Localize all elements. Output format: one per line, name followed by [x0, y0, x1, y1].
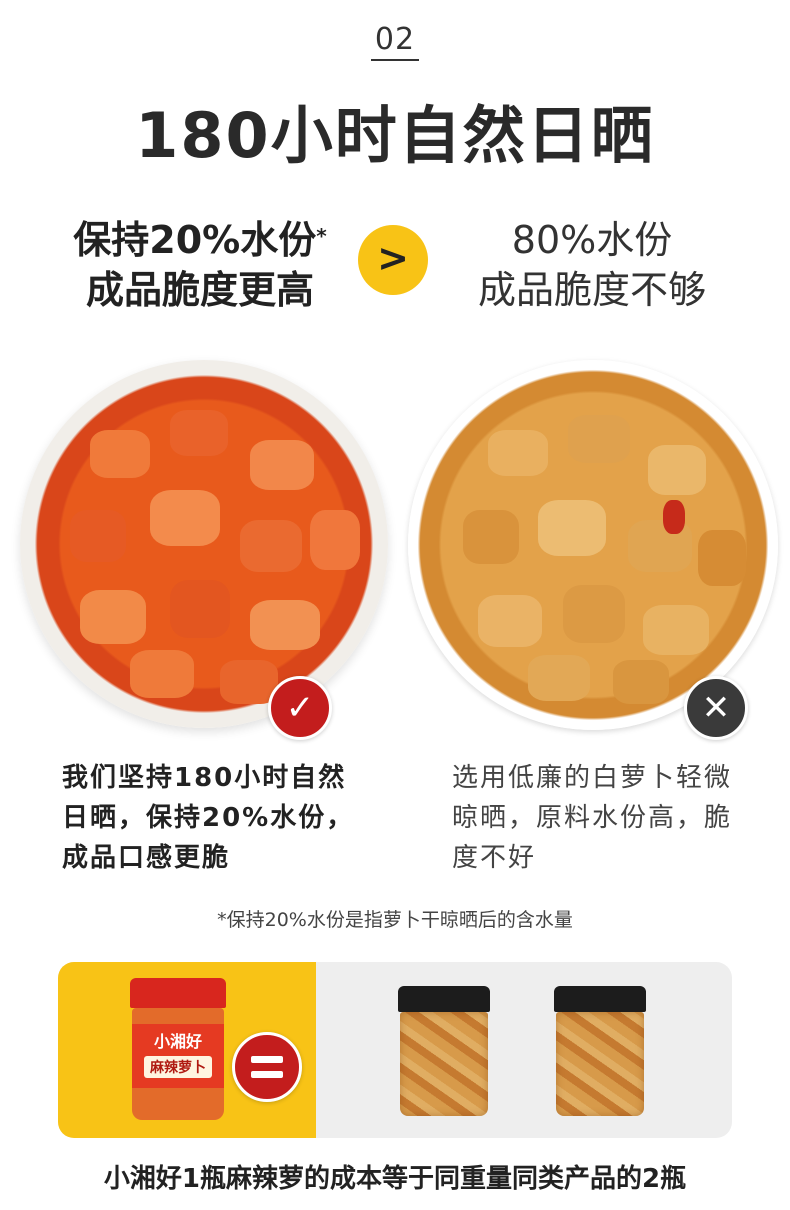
right-description: 选用低廉的白萝卜轻微晾晒，原料水份高，脆度不好: [452, 763, 733, 873]
white-radish-bowl-image: [408, 360, 778, 730]
comparison-left-line2: 成品脆度更高: [85, 268, 314, 312]
footnote: *保持20%水份是指萝卜干晾晒后的含水量: [217, 909, 573, 931]
equals-icon: [232, 1032, 302, 1102]
comparison-right-line2: 成品脆度不够: [477, 268, 706, 312]
comparison-left-line1: 保持20%水份: [73, 218, 317, 262]
jar-brand-label: 小湘好: [153, 1032, 202, 1051]
comparison-left: 保持20%水份* 成品脆度更高: [40, 215, 360, 315]
section-number: 02: [0, 22, 790, 61]
close-icon: ✕: [684, 676, 748, 740]
comparison-right-line1: 80%水份: [511, 218, 673, 262]
greater-than-badge: >: [358, 225, 428, 295]
brand-jar-image: 小湘好 麻辣萝卜: [130, 978, 226, 1124]
jar-product-label: 麻辣萝卜: [144, 1056, 212, 1078]
comparison-right: 80%水份 成品脆度不够: [432, 215, 752, 315]
sun-dried-radish-bowl-image: [20, 360, 388, 728]
cost-comparison-panel: 小湘好 麻辣萝卜: [58, 962, 732, 1138]
left-description: 我们坚持180小时自然日晒，保持20%水份，成品口感更脆: [62, 763, 355, 873]
generic-jar-image-2: [554, 986, 646, 1120]
check-icon: ✓: [268, 676, 332, 740]
generic-jar-image-1: [398, 986, 490, 1120]
cost-statement: 小湘好1瓶麻辣萝的成本等于同重量同类产品的2瓶: [103, 1164, 687, 1194]
page-title: 180小时自然日晒: [135, 99, 655, 172]
asterisk-mark: *: [316, 224, 327, 248]
